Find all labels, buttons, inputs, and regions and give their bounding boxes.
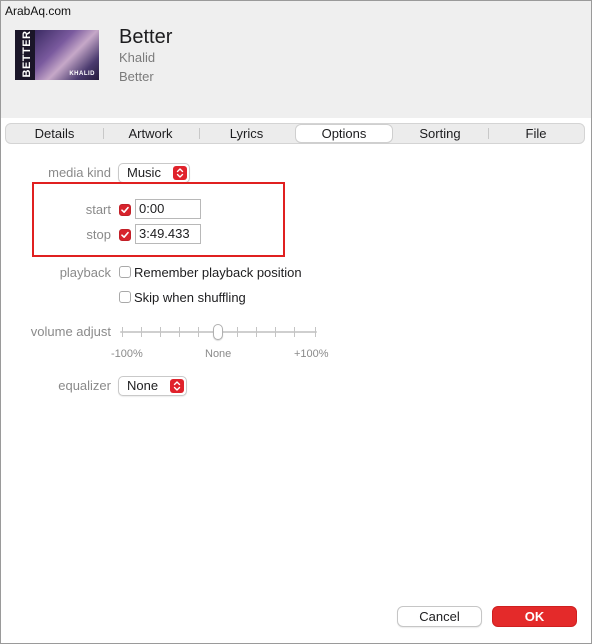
remember-position-label[interactable]: Remember playback position <box>134 265 302 280</box>
slider-tick <box>160 327 161 337</box>
song-album: Better <box>119 69 154 84</box>
equalizer-popup[interactable]: None <box>118 376 187 396</box>
slider-tick <box>315 327 316 337</box>
start-time-field[interactable]: 0:00 <box>135 199 201 219</box>
tab-divider <box>103 128 104 139</box>
artwork-title-text: BETTER <box>21 30 33 78</box>
volume-min-label: -100% <box>111 348 143 360</box>
artwork-artist-text: KHALID <box>69 71 95 77</box>
slider-tick <box>275 327 276 337</box>
remember-position-checkbox[interactable] <box>119 266 131 278</box>
tab-divider <box>199 128 200 139</box>
slider-tick <box>141 327 142 337</box>
playback-label: playback <box>59 265 111 280</box>
start-stop-highlight-box <box>32 182 285 257</box>
slider-tick <box>256 327 257 337</box>
media-kind-value: Music <box>127 165 161 180</box>
slider-tick <box>179 327 180 337</box>
tab-details[interactable]: Details <box>8 125 101 142</box>
song-info-dialog: ArabAq.com BETTER KHALID Better Khalid B… <box>0 0 592 644</box>
tab-bar: Details Artwork Lyrics Options Sorting F… <box>5 123 585 144</box>
start-checkbox[interactable] <box>119 204 131 216</box>
skip-shuffling-label[interactable]: Skip when shuffling <box>134 290 246 305</box>
equalizer-value: None <box>127 378 159 393</box>
tab-lyrics[interactable]: Lyrics <box>201 125 292 142</box>
volume-max-label: +100% <box>294 348 329 360</box>
chevron-up-down-icon <box>173 166 187 180</box>
volume-adjust-label: volume adjust <box>30 324 111 339</box>
equalizer-label: equalizer <box>58 378 111 393</box>
slider-tick <box>237 327 238 337</box>
stop-label: stop <box>86 227 111 242</box>
media-kind-label: media kind <box>48 165 111 180</box>
stop-checkbox[interactable] <box>119 229 131 241</box>
song-title: Better <box>119 26 173 48</box>
tab-divider <box>488 128 489 139</box>
ok-button[interactable]: OK <box>492 606 577 627</box>
slider-tick <box>198 327 199 337</box>
start-label: start <box>85 202 111 217</box>
slider-tick <box>294 327 295 337</box>
cancel-button[interactable]: Cancel <box>397 606 482 627</box>
watermark: ArabAq.com <box>5 4 72 18</box>
volume-mid-label: None <box>205 348 232 360</box>
checkmark-icon <box>121 231 129 238</box>
tab-file[interactable]: File <box>490 125 582 142</box>
dialog-header: ArabAq.com BETTER KHALID Better Khalid B… <box>1 1 591 118</box>
stop-time-field[interactable]: 3:49.433 <box>135 224 201 244</box>
chevron-up-down-icon <box>170 379 184 393</box>
album-artwork: BETTER KHALID <box>15 30 99 80</box>
volume-slider-thumb[interactable] <box>213 324 223 340</box>
media-kind-popup[interactable]: Music <box>118 163 190 183</box>
song-artist: Khalid <box>119 50 156 65</box>
tab-options[interactable]: Options <box>296 125 392 142</box>
tab-sorting[interactable]: Sorting <box>394 125 486 142</box>
checkmark-icon <box>121 206 129 213</box>
slider-tick <box>122 327 123 337</box>
skip-shuffling-checkbox[interactable] <box>119 291 131 303</box>
tab-artwork[interactable]: Artwork <box>105 125 196 142</box>
